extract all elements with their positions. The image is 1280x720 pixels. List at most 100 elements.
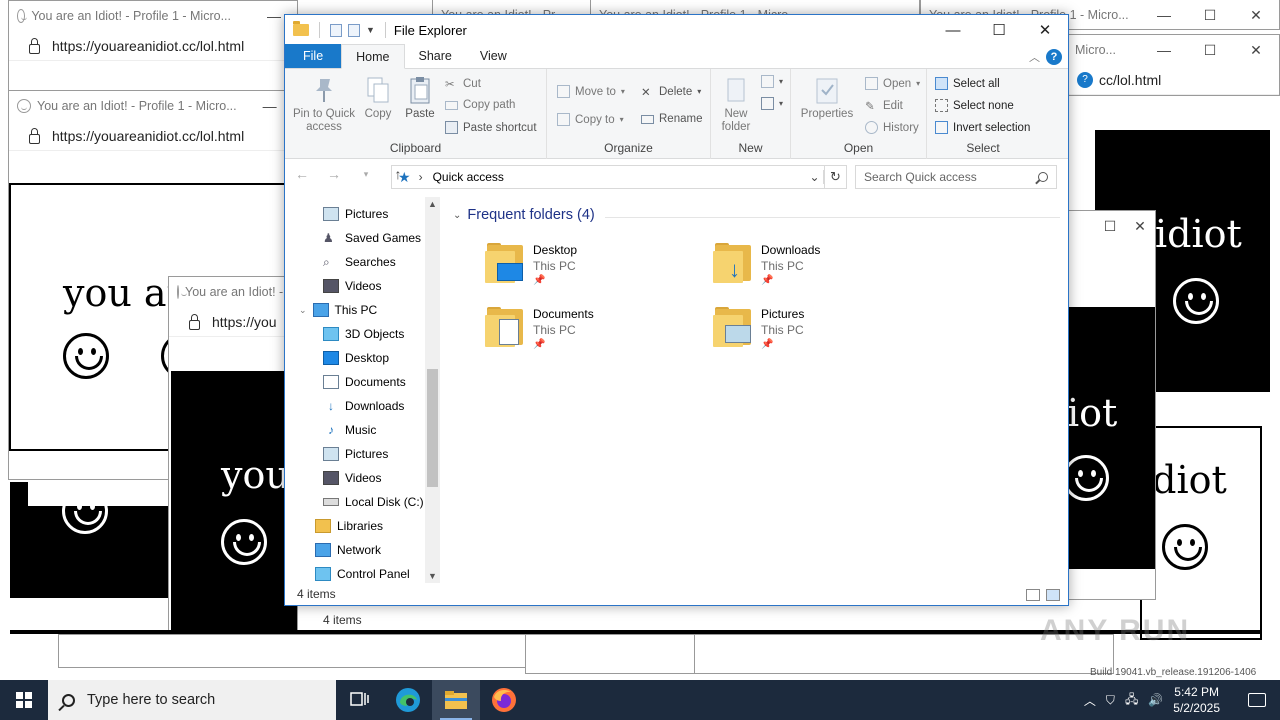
copy-path-button[interactable]: Copy path [445, 99, 515, 111]
nav-item-pictures-2[interactable]: Pictures [323, 447, 388, 461]
security-icon[interactable]: ⛉ [1106, 693, 1115, 708]
collapse-ribbon-icon[interactable]: ︿ [1029, 49, 1040, 65]
browser-window-right[interactable]: Micro... — ☐ ✕ ? cc/lol.html [1066, 34, 1280, 96]
address-dropdown-icon[interactable]: ⌄ [806, 170, 824, 184]
close-button[interactable]: ✕ [1233, 7, 1279, 24]
nav-item-desktop[interactable]: Desktop [323, 351, 389, 365]
paste-shortcut-button[interactable]: Paste shortcut [445, 121, 537, 134]
expand-chevron-icon[interactable]: ⌄ [299, 305, 307, 316]
select-none-button[interactable]: Select none [935, 99, 1014, 112]
folder-tile-desktop[interactable]: Desktop This PC 📌 [485, 243, 577, 286]
address-url[interactable]: https://youareanidiot.cc/lol.html [52, 128, 244, 144]
nav-item-music[interactable]: ♪ Music [323, 423, 376, 437]
edit-button[interactable]: ✎ Edit [865, 99, 903, 114]
nav-item-network[interactable]: Network [315, 543, 381, 557]
move-to-button[interactable]: Move to ▾ [557, 85, 625, 98]
nav-item-pictures[interactable]: Pictures [323, 207, 388, 221]
content-pane[interactable]: ⌄ Frequent folders (4) Desktop This PC 📌 ↓… [445, 197, 1065, 583]
file-explorer-taskbar-button[interactable] [432, 680, 480, 720]
folder-tile-documents[interactable]: Documents This PC 📌 [485, 307, 594, 350]
nav-item-documents[interactable]: Documents [323, 375, 406, 389]
maximize-button[interactable]: ☐ [1187, 42, 1233, 59]
cut-button[interactable]: ✂ Cut [445, 77, 481, 92]
maximize-button[interactable]: ☐ [1187, 7, 1233, 24]
minimize-button[interactable]: — [1141, 42, 1187, 59]
nav-item-searches[interactable]: ⌕ Searches [323, 255, 396, 269]
task-view-button[interactable] [336, 680, 384, 720]
show-hidden-icons-icon[interactable]: ︿ [1084, 692, 1096, 709]
tab-view[interactable]: View [466, 44, 521, 68]
search-box[interactable]: Search Quick access [855, 165, 1057, 189]
history-button[interactable]: History [865, 121, 919, 134]
properties-button[interactable]: Properties [799, 75, 855, 121]
chevron-down-icon[interactable]: ▼ [366, 25, 375, 35]
clock[interactable]: 5:42 PM 5/2/2025 [1173, 684, 1220, 716]
this-pc-icon [312, 303, 329, 317]
nav-item-libraries[interactable]: Libraries [315, 519, 383, 533]
browser-window-1[interactable]: You are an Idiot! - Profile 1 - Micro...… [8, 0, 298, 92]
nav-item-videos[interactable]: Videos [323, 279, 381, 293]
frequent-folders-header[interactable]: ⌄ Frequent folders (4) [453, 207, 595, 223]
back-button[interactable]: ← [291, 166, 313, 182]
firefox-taskbar-button[interactable] [480, 680, 528, 720]
minimize-button[interactable]: — [930, 15, 976, 45]
volume-icon[interactable]: 🔊 [1148, 693, 1163, 707]
nav-scrollbar[interactable]: ▲ ▼ [425, 197, 440, 583]
nav-item-control-panel[interactable]: Control Panel [315, 567, 410, 581]
copy-to-button[interactable]: Copy to ▾ [557, 113, 624, 126]
address-url[interactable]: https://you [212, 314, 277, 330]
invert-selection-button[interactable]: Invert selection [935, 121, 1030, 134]
minimize-button[interactable]: — [1141, 7, 1187, 24]
close-button[interactable]: ✕ [1125, 218, 1155, 235]
nav-item-saved-games[interactable]: ♟ Saved Games [323, 231, 421, 245]
navigation-pane[interactable]: Pictures ♟ Saved Games ⌕ Searches Videos ⌄… [285, 197, 440, 583]
nav-item-local-disk[interactable]: Local Disk (C:) [323, 495, 424, 509]
title-bar[interactable]: ▼ File Explorer — ☐ ✕ [285, 15, 1068, 45]
forward-button[interactable]: → [323, 166, 345, 182]
scroll-up-icon[interactable]: ▲ [425, 199, 440, 209]
scroll-down-icon[interactable]: ▼ [425, 571, 440, 581]
pin-quick-access-button[interactable]: Pin to Quick access [289, 75, 359, 134]
folder-tile-pictures[interactable]: Pictures This PC 📌 [713, 307, 804, 350]
nav-item-downloads[interactable]: ↓ Downloads [323, 399, 404, 413]
tab-home[interactable]: Home [341, 44, 405, 69]
maximize-button[interactable]: ☐ [976, 15, 1022, 45]
properties-quick-icon[interactable] [330, 23, 342, 37]
scroll-thumb[interactable] [427, 369, 438, 487]
open-button[interactable]: Open ▾ [865, 77, 920, 90]
tab-file[interactable]: File [285, 44, 342, 68]
nav-item-this-pc[interactable]: ⌄ This PC [299, 303, 377, 317]
address-url[interactable]: https://youareanidiot.cc/lol.html [52, 38, 244, 54]
refresh-button[interactable]: ↻ [825, 165, 847, 189]
close-button[interactable]: ✕ [1022, 15, 1068, 45]
start-button[interactable] [0, 680, 48, 720]
notification-center-icon[interactable] [1248, 693, 1266, 707]
edge-taskbar-button[interactable] [384, 680, 432, 720]
paste-button[interactable]: Paste [401, 75, 439, 121]
large-icons-view-icon[interactable] [1046, 589, 1060, 601]
new-item-button[interactable]: ▾ [761, 75, 783, 88]
collapse-chevron-icon[interactable]: ⌄ [453, 210, 461, 221]
easy-access-button[interactable]: ▾ [761, 97, 783, 110]
copy-button[interactable]: Copy [359, 75, 397, 121]
network-icon[interactable]: 🖧 [1125, 690, 1138, 711]
details-view-icon[interactable] [1026, 589, 1040, 601]
new-folder-quick-icon[interactable] [348, 23, 360, 37]
nav-item-videos-2[interactable]: Videos [323, 471, 381, 485]
file-explorer-window[interactable]: ▼ File Explorer — ☐ ✕ File Home Share Vi… [284, 14, 1069, 606]
taskbar-search[interactable]: Type here to search [48, 680, 336, 720]
folder-tile-downloads[interactable]: ↓ Downloads This PC 📌 [713, 243, 820, 286]
nav-item-3d-objects[interactable]: 3D Objects [323, 327, 404, 341]
new-folder-button[interactable]: New folder [717, 75, 755, 134]
delete-button[interactable]: ✕ Delete ▾ [641, 85, 701, 100]
address-bar[interactable]: ★ › Quick access ⌄ [391, 165, 825, 189]
close-button[interactable]: ✕ [1233, 42, 1279, 59]
browser-window-right-mid[interactable]: ☐ ✕ iot [1066, 210, 1156, 600]
select-all-button[interactable]: Select all [935, 77, 1000, 90]
tab-share[interactable]: Share [405, 44, 466, 68]
rename-button[interactable]: Rename [641, 113, 702, 125]
address-url[interactable]: cc/lol.html [1099, 72, 1161, 88]
recent-locations-button[interactable]: ▾ [355, 169, 377, 180]
maximize-button[interactable]: ☐ [1095, 218, 1125, 235]
help-icon[interactable]: ? [1046, 49, 1062, 65]
